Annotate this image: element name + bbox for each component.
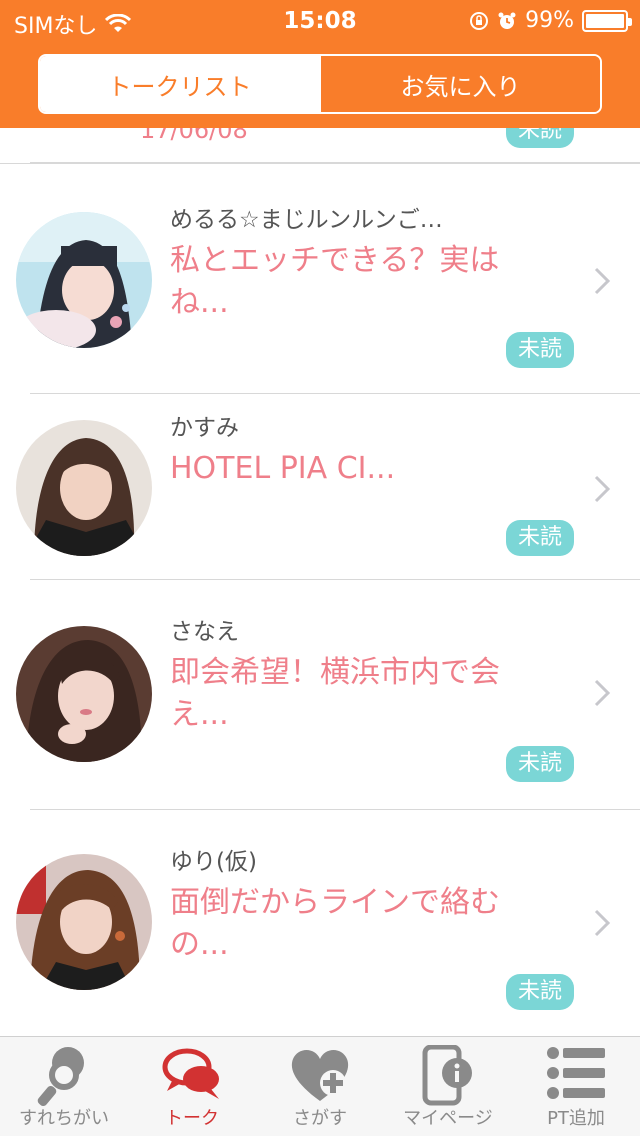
list-item-partial[interactable]: 17/06/08 未読 (0, 128, 640, 164)
avatar (16, 212, 152, 348)
contact-name: さなえ (170, 619, 239, 645)
list-icon (547, 1047, 605, 1099)
alarm-icon (498, 12, 516, 29)
battery-percent: 99% (525, 8, 574, 33)
avatar (16, 420, 152, 556)
tab-surechigai[interactable]: すれちがい (0, 1037, 128, 1136)
tab-sagasu[interactable]: さがす (256, 1037, 384, 1136)
woman-photo-avatar-icon (16, 626, 152, 762)
tab-label: すれちがい (19, 1108, 109, 1129)
battery-fill (586, 13, 624, 28)
status-right: 99% (469, 8, 632, 33)
segmented-control: トークリスト お気に入り (38, 54, 602, 114)
tab-label: PT追加 (547, 1108, 605, 1129)
list-item[interactable]: さなえ 即会希望！横浜市内で会え... 未読 (0, 580, 640, 810)
contact-name: かすみ (170, 415, 239, 441)
unread-badge: 未読 (506, 520, 574, 556)
message-preview: 面倒だからラインで絡むの... (170, 885, 500, 962)
chat-bubbles-icon (162, 1048, 219, 1099)
unread-badge: 未読 (506, 974, 574, 1010)
chevron-right-icon (594, 909, 611, 937)
avatar (16, 854, 152, 990)
chevron-right-icon (594, 679, 611, 707)
list-item[interactable]: めるる☆まじルンルンご… 私とエッチできる？実はね... 未読 (0, 164, 640, 394)
tab-bar: すれちがい トーク さがす マイページ PT追加 (0, 1036, 640, 1136)
tab-talk[interactable]: トーク (128, 1037, 256, 1136)
contact-name: ゆり(仮) (170, 849, 257, 875)
list-item[interactable]: ゆり(仮) 面倒だからラインで絡むの... 未読 (0, 810, 640, 1036)
tab-favorites[interactable]: お気に入り (319, 56, 600, 112)
unread-badge: 未読 (506, 332, 574, 368)
pin-search-icon (37, 1047, 84, 1107)
avatar (16, 626, 152, 762)
chevron-right-icon (594, 475, 611, 503)
tab-talk-list[interactable]: トークリスト (40, 56, 319, 112)
partial-date: 17/06/08 (140, 128, 248, 144)
battery-icon (582, 9, 632, 32)
tab-label: トーク (165, 1108, 219, 1129)
tab-mypage[interactable]: マイページ (384, 1037, 512, 1136)
phone-info-icon (422, 1045, 472, 1106)
tab-pt-add[interactable]: PT追加 (512, 1037, 640, 1136)
woman-photo-avatar-icon (16, 854, 152, 990)
contact-name: めるる☆まじルンルンご… (170, 207, 443, 233)
chevron-right-icon (594, 267, 611, 295)
unread-badge: 未読 (506, 128, 574, 148)
tab-label: マイページ (403, 1108, 493, 1129)
message-preview: HOTEL PIA CI... (170, 451, 396, 486)
woman-photo-avatar-icon (16, 212, 152, 348)
heart-plus-icon (291, 1050, 349, 1101)
rotation-lock-icon (470, 11, 489, 30)
status-bar: SIMなし 15:08 99% (0, 0, 640, 42)
message-preview: 即会希望！横浜市内で会え... (170, 655, 500, 732)
message-preview: 私とエッチできる？実はね... (170, 243, 500, 320)
header: SIMなし 15:08 99% トークリスト お気に入り (0, 0, 640, 128)
woman-photo-avatar-icon (16, 420, 152, 556)
unread-badge: 未読 (506, 746, 574, 782)
divider (30, 162, 640, 163)
tab-label: さがす (293, 1108, 347, 1129)
list-item[interactable]: かすみ HOTEL PIA CI... 未読 (0, 394, 640, 580)
conversation-list[interactable]: 17/06/08 未読 めるる☆まじルンルンご… 私とエッチできる？実はね...… (0, 128, 640, 1036)
